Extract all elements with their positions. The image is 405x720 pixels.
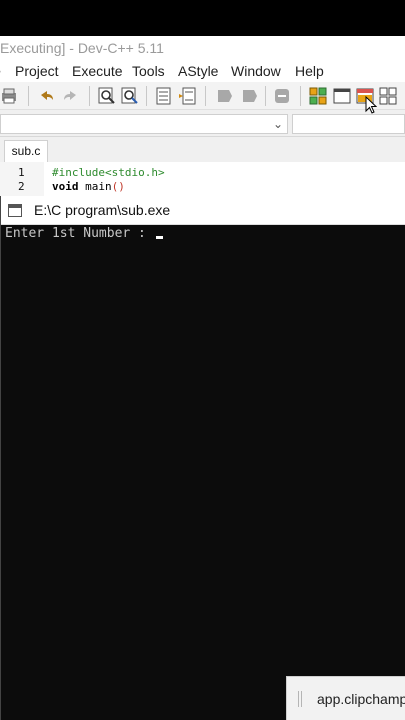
- include-directive: #include<stdio.h>: [52, 166, 165, 179]
- find-icon[interactable]: [97, 86, 117, 106]
- menu-help[interactable]: Help: [295, 60, 324, 82]
- toolbar-separator: [146, 86, 147, 106]
- code-text: void main(): [52, 180, 125, 193]
- popup-label: app.clipchamp: [317, 691, 405, 707]
- console-prompt: Enter 1st Number :: [5, 226, 154, 241]
- editor-tabs: sub.c: [0, 138, 405, 162]
- menu-execute[interactable]: Execute: [72, 60, 123, 82]
- indent-icon[interactable]: [154, 86, 174, 106]
- taskbar-popup[interactable]: app.clipchamp: [286, 676, 405, 720]
- menu-tools[interactable]: Tools: [132, 60, 165, 82]
- unindent-icon[interactable]: [177, 86, 197, 106]
- bookmark2-icon[interactable]: [240, 86, 260, 106]
- parens: (): [111, 180, 125, 193]
- line-number: 2: [18, 180, 25, 193]
- console-window-icon: [8, 204, 22, 217]
- redo-icon[interactable]: [60, 86, 80, 106]
- menu-cut-marker: •: [0, 60, 1, 82]
- toolbar: [0, 82, 405, 110]
- menu-astyle[interactable]: AStyle: [178, 60, 218, 82]
- replace-icon[interactable]: [120, 86, 140, 106]
- toolbar-separator: [300, 86, 301, 106]
- toolbar-separator: [265, 86, 266, 106]
- function-name: main: [78, 180, 112, 193]
- console-title: E:\C program\sub.exe: [34, 202, 171, 218]
- console-titlebar[interactable]: E:\C program\sub.exe: [1, 196, 405, 225]
- class-combo[interactable]: ⌄: [0, 114, 288, 134]
- bookmark-icon[interactable]: [215, 86, 235, 106]
- window-title: Executing] - Dev-C++ 5.11: [0, 36, 405, 60]
- line-number: 1: [18, 166, 25, 179]
- grip-icon: [298, 691, 302, 707]
- toolbar-separator: [89, 86, 90, 106]
- member-combo[interactable]: [292, 114, 405, 134]
- toolbar-separator: [205, 86, 206, 106]
- keyword-void: void: [52, 180, 79, 193]
- new-window-icon[interactable]: [332, 86, 352, 106]
- console-output[interactable]: Enter 1st Number :: [5, 226, 163, 241]
- grid-icon[interactable]: [378, 86, 398, 106]
- toolbar-separator: [28, 86, 29, 106]
- top-black-bar: [0, 0, 405, 36]
- tab-sub-c[interactable]: sub.c: [4, 140, 48, 162]
- undo-icon[interactable]: [37, 86, 57, 106]
- goto-icon[interactable]: [272, 86, 292, 106]
- print-icon[interactable]: [0, 86, 20, 106]
- console-window[interactable]: E:\C program\sub.exe Enter 1st Number :: [0, 196, 405, 720]
- menu-window[interactable]: Window: [231, 60, 281, 82]
- new-class-icon[interactable]: [308, 86, 328, 106]
- mouse-pointer-icon: [365, 96, 377, 114]
- chevron-down-icon[interactable]: ⌄: [273, 117, 283, 131]
- text-cursor: [155, 236, 163, 239]
- menu-bar: • Project Execute Tools AStyle Window He…: [0, 60, 405, 82]
- toolbar-combo-row: ⌄: [0, 111, 405, 137]
- menu-project[interactable]: Project: [15, 60, 59, 82]
